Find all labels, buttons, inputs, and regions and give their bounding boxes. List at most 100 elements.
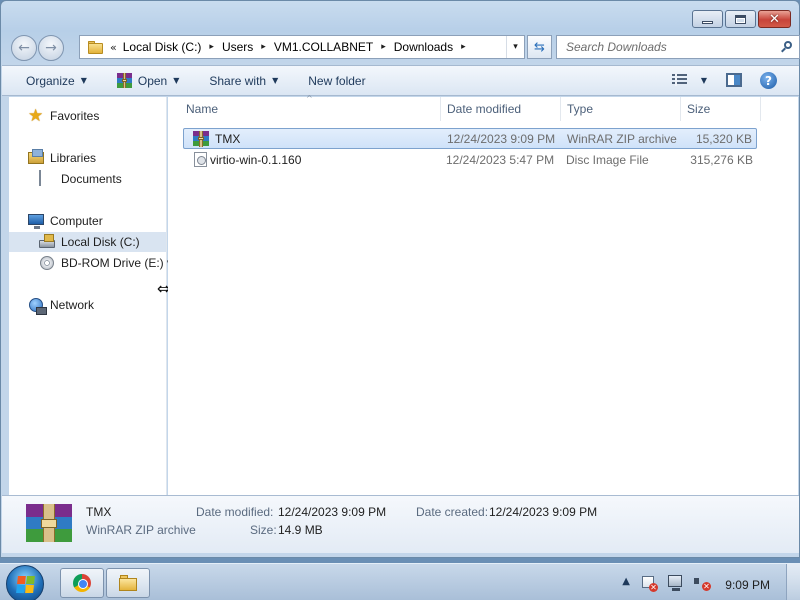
file-name-cell: TMX [193, 130, 241, 147]
address-history-dropdown[interactable]: ▾ [506, 36, 524, 58]
details-date-modified-label: Date modified: [196, 505, 274, 519]
close-icon: ✕ [769, 11, 780, 27]
open-button[interactable]: Open ▼ [116, 66, 180, 95]
file-row[interactable]: virtio-win-0.1.160 12/24/2023 5:47 PM Di… [183, 149, 757, 170]
new-folder-button[interactable]: New folder [308, 66, 365, 95]
share-with-button[interactable]: Share with ▼ [209, 66, 278, 95]
details-view-icon [671, 74, 687, 86]
show-hidden-icons-button[interactable]: ▲ [622, 576, 630, 587]
minimize-icon [702, 20, 713, 24]
column-header-label: Type [567, 102, 594, 116]
breadcrumb-local-disk[interactable]: Local Disk (C:) [123, 40, 202, 54]
nav-item-label: Favorites [50, 109, 100, 123]
breadcrumb-overflow-chevron[interactable]: « [110, 41, 117, 54]
taskbar-explorer-button[interactable] [106, 568, 150, 598]
breadcrumb-separator-icon[interactable]: ▸ [209, 42, 214, 52]
address-row: ← → « Local Disk (C:) ▸ Users ▸ VM1.COLL… [9, 34, 800, 61]
forward-button[interactable]: → [38, 35, 64, 61]
breadcrumb-separator-icon[interactable]: ▸ [261, 42, 266, 52]
clock[interactable]: 9:09 PM [725, 578, 770, 592]
chevron-down-icon: ▼ [173, 76, 180, 85]
nav-item-local-disk[interactable]: Local Disk (C:) [9, 232, 166, 252]
column-header-size[interactable]: Size [681, 97, 761, 121]
command-bar: Organize ▼ Open ▼ Share with ▼ New folde… [2, 65, 799, 96]
windows-logo-icon [16, 576, 35, 593]
nav-item-libraries[interactable]: Libraries [28, 149, 97, 166]
maximize-button[interactable] [725, 10, 756, 28]
back-button[interactable]: ← [11, 35, 37, 61]
file-row[interactable]: TMX 12/24/2023 9:09 PM WinRAR ZIP archiv… [183, 128, 757, 149]
help-button[interactable]: ? [760, 72, 777, 89]
winrar-icon [116, 73, 132, 88]
search-input[interactable] [557, 40, 767, 54]
action-center-icon[interactable] [642, 576, 658, 592]
nav-item-label: BD-ROM Drive (E:) v [61, 256, 173, 270]
nav-item-bd-rom-drive[interactable]: BD-ROM Drive (E:) v [39, 255, 173, 271]
breadcrumb-separator-icon[interactable]: ▸ [461, 42, 466, 52]
share-with-label: Share with [209, 73, 267, 88]
network-status-icon[interactable] [668, 575, 682, 591]
taskbar: ▲ 9:09 PM [0, 563, 800, 600]
column-header-label: Size [687, 102, 711, 116]
change-view-button[interactable]: ▼ [671, 74, 707, 86]
open-label: Open [137, 73, 168, 88]
file-size: 15,320 KB [695, 131, 752, 146]
maximize-icon [735, 14, 746, 24]
details-date-created-label: Date created: [416, 505, 489, 519]
nav-item-favorites[interactable]: ★ Favorites [28, 106, 100, 126]
winrar-icon [193, 130, 209, 147]
nav-item-computer[interactable]: Computer [28, 213, 103, 229]
close-button[interactable]: ✕ [758, 10, 791, 28]
file-name: virtio-win-0.1.160 [210, 152, 302, 167]
navigation-pane: ★ Favorites Libraries Documents Computer… [9, 97, 173, 495]
file-name-cell: virtio-win-0.1.160 [192, 152, 301, 167]
chrome-icon [73, 574, 91, 592]
nav-item-label: Documents [61, 172, 122, 186]
file-name: TMX [215, 131, 241, 146]
libraries-icon [28, 149, 44, 166]
search-box [556, 35, 800, 59]
column-header-name[interactable]: Name ^ [168, 94, 441, 121]
winrar-icon [26, 504, 72, 542]
details-pane: TMX WinRAR ZIP archive Date modified: 12… [2, 495, 799, 553]
file-size: 315,276 KB [690, 152, 753, 167]
breadcrumb-vm1-collabnet[interactable]: VM1.COLLABNET [274, 40, 373, 54]
organize-label: Organize [26, 73, 75, 88]
nav-item-label: Local Disk (C:) [61, 235, 140, 249]
help-icon: ? [765, 73, 772, 88]
details-date-created-value: 12/24/2023 9:09 PM [489, 505, 598, 519]
volume-muted-icon[interactable] [694, 574, 711, 591]
chevron-down-icon: ▼ [272, 76, 279, 85]
details-size-value: 14.9 MB [278, 523, 323, 537]
organize-button[interactable]: Organize ▼ [26, 66, 87, 95]
nav-item-label: Libraries [50, 151, 97, 165]
forward-arrow-icon: → [45, 40, 57, 56]
details-size-label: Size: [250, 523, 277, 537]
breadcrumb-separator-icon[interactable]: ▸ [381, 42, 386, 52]
breadcrumb-users[interactable]: Users [222, 40, 253, 54]
address-bar[interactable]: « Local Disk (C:) ▸ Users ▸ VM1.COLLABNE… [79, 35, 525, 59]
search-icon[interactable] [781, 41, 793, 53]
refresh-button[interactable]: ⇆ [527, 35, 552, 59]
nav-item-label: Network [50, 298, 95, 312]
show-desktop-button[interactable] [786, 564, 800, 600]
cd-drive-icon [39, 255, 55, 271]
column-header-date-modified[interactable]: Date modified [441, 97, 561, 121]
file-type: Disc Image File [566, 152, 649, 167]
taskbar-chrome-button[interactable] [60, 568, 104, 598]
start-button[interactable] [6, 565, 44, 600]
nav-item-documents[interactable]: Documents [39, 170, 122, 187]
breadcrumb-downloads[interactable]: Downloads [394, 40, 453, 54]
caption-buttons: ✕ [692, 10, 791, 28]
star-icon: ★ [28, 106, 44, 126]
nav-item-network[interactable]: Network [28, 297, 95, 315]
minimize-button[interactable] [692, 10, 723, 28]
back-arrow-icon: ← [18, 40, 30, 56]
disc-image-icon [194, 152, 207, 167]
chevron-down-icon: ▼ [80, 76, 87, 85]
column-header-type[interactable]: Type [561, 97, 681, 121]
network-icon [28, 297, 47, 315]
file-date-modified: 12/24/2023 5:47 PM [446, 152, 555, 167]
preview-pane-button[interactable] [726, 73, 742, 87]
details-file-name: TMX [86, 505, 112, 519]
